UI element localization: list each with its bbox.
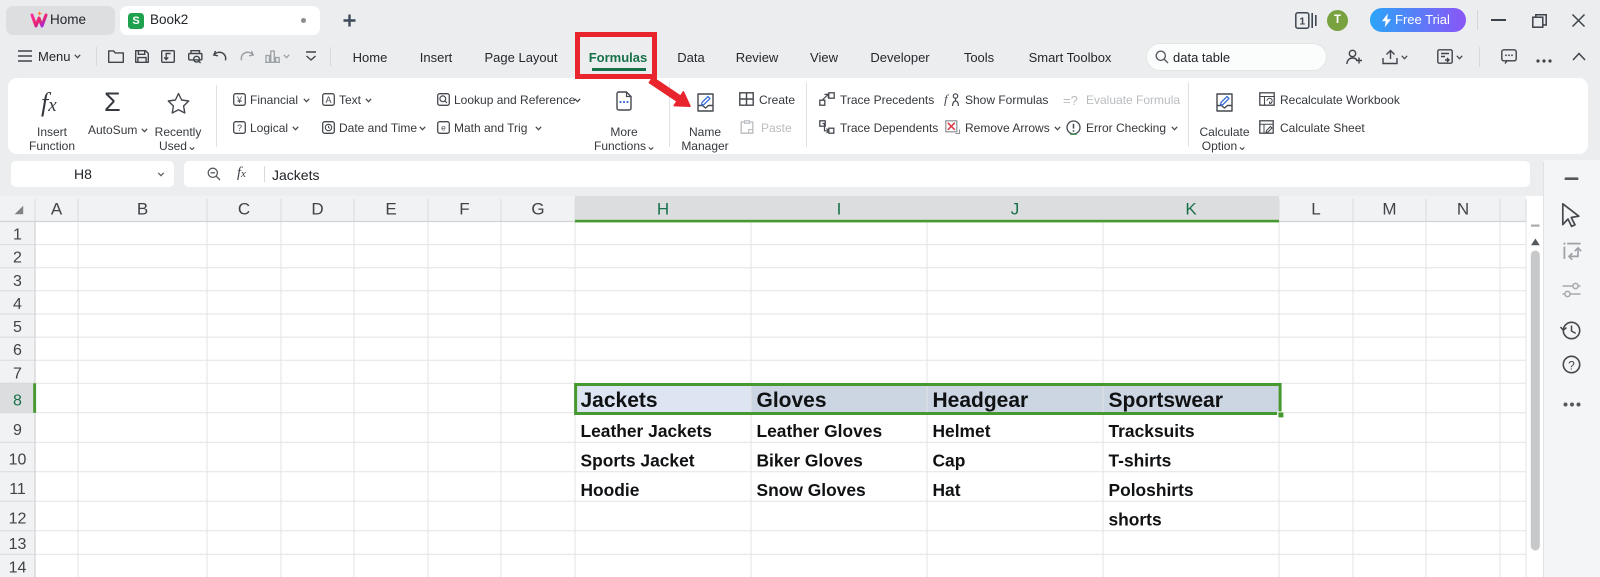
svg-text:Leather Gloves: Leather Gloves [757,421,883,441]
svg-text:8: 8 [13,392,22,409]
svg-text:H: H [657,200,669,219]
svg-text:A: A [51,200,63,219]
svg-text:2: 2 [13,250,22,267]
svg-text:Hoodie: Hoodie [581,480,640,500]
svg-text:Cap: Cap [933,451,966,471]
svg-text:3: 3 [13,273,22,290]
svg-text:Sportswear: Sportswear [1109,389,1223,412]
svg-text:T-shirts: T-shirts [1109,451,1172,471]
svg-text:M: M [1382,200,1396,219]
svg-text:Helmet: Helmet [933,421,991,441]
svg-text:D: D [311,200,323,219]
svg-text:1: 1 [13,227,22,244]
svg-text:10: 10 [9,451,27,468]
svg-text:N: N [1457,200,1469,219]
svg-text:F: F [459,200,469,219]
svg-text:I: I [837,200,842,219]
svg-text:Snow Gloves: Snow Gloves [757,480,866,500]
svg-text:K: K [1185,200,1197,219]
svg-text:Gloves: Gloves [757,389,827,412]
svg-text:L: L [1311,200,1320,219]
svg-text:shorts: shorts [1109,510,1162,530]
svg-text:E: E [385,200,396,219]
svg-text:Poloshirts: Poloshirts [1109,480,1194,500]
svg-text:Biker Gloves: Biker Gloves [757,451,863,471]
svg-text:C: C [238,200,250,219]
svg-text:12: 12 [9,510,27,527]
svg-text:B: B [137,200,148,219]
svg-text:Jackets: Jackets [581,389,658,412]
svg-text:Tracksuits: Tracksuits [1109,421,1195,441]
svg-text:5: 5 [13,319,22,336]
svg-text:4: 4 [13,296,22,313]
svg-text:11: 11 [9,481,26,498]
svg-text:7: 7 [13,365,22,382]
svg-text:Leather Jackets: Leather Jackets [581,421,712,441]
svg-text:13: 13 [9,536,27,553]
svg-text:J: J [1011,200,1020,219]
svg-text:9: 9 [13,422,22,439]
svg-text:G: G [531,200,544,219]
svg-text:6: 6 [13,342,22,359]
svg-text:Sports Jacket: Sports Jacket [581,451,695,471]
svg-text:Headgear: Headgear [933,389,1029,412]
svg-text:?: ? [1568,359,1575,373]
svg-text:14: 14 [9,559,27,576]
svg-text:Hat: Hat [933,480,961,500]
